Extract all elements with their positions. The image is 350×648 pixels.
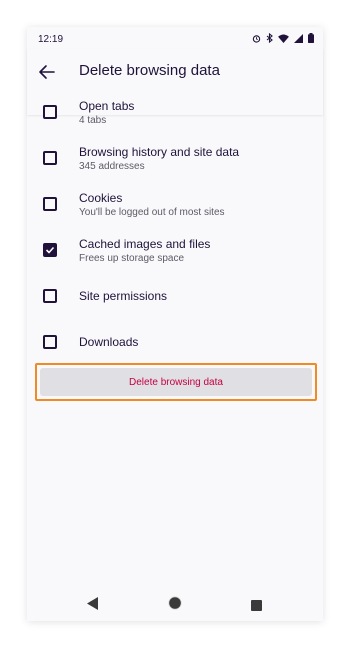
page-title: Delete browsing data [79,62,220,79]
option-sublabel: 4 tabs [79,115,107,126]
phone-screen: 12:19 Delete browsing data Open tabs 4 t… [27,27,323,621]
status-bar: 12:19 [27,27,323,49]
nav-recents-icon[interactable] [251,598,262,616]
option-label: Site permissions [79,289,168,303]
status-icons [252,32,314,46]
checkbox-browsing-history[interactable] [43,151,57,165]
battery-icon [308,33,314,46]
option-sublabel: Frees up storage space [79,253,185,264]
option-open-tabs[interactable]: Open tabs 4 tabs [27,89,323,135]
checkmark-icon [45,246,55,254]
checkbox-cached-images[interactable] [43,243,57,257]
option-label: Open tabs [79,99,135,113]
delete-browsing-data-button[interactable]: Delete browsing data [40,368,312,396]
option-label: Browsing history and site data [79,145,240,159]
bluetooth-icon [266,32,273,46]
checkbox-open-tabs[interactable] [43,105,57,119]
option-label: Cookies [79,191,123,205]
status-time: 12:19 [38,34,64,45]
option-label: Cached images and files [79,237,211,251]
option-cached-images[interactable]: Cached images and files Frees up storage… [27,227,323,273]
alarm-icon [252,34,261,46]
wifi-icon [278,33,289,46]
checkbox-downloads[interactable] [43,335,57,349]
nav-back-icon[interactable] [87,597,99,615]
option-site-permissions[interactable]: Site permissions [27,273,323,319]
navigation-bar [27,589,323,621]
checkbox-cookies[interactable] [43,197,57,211]
back-arrow-icon[interactable] [35,60,59,84]
option-browsing-history[interactable]: Browsing history and site data 345 addre… [27,135,323,181]
option-sublabel: You'll be logged out of most sites [79,207,225,218]
option-label: Downloads [79,335,139,349]
signal-icon [294,33,303,46]
nav-home-icon[interactable] [168,596,182,615]
option-sublabel: 345 addresses [79,161,145,172]
checkbox-site-permissions[interactable] [43,289,57,303]
option-cookies[interactable]: Cookies You'll be logged out of most sit… [27,181,323,227]
option-downloads[interactable]: Downloads [27,319,323,365]
